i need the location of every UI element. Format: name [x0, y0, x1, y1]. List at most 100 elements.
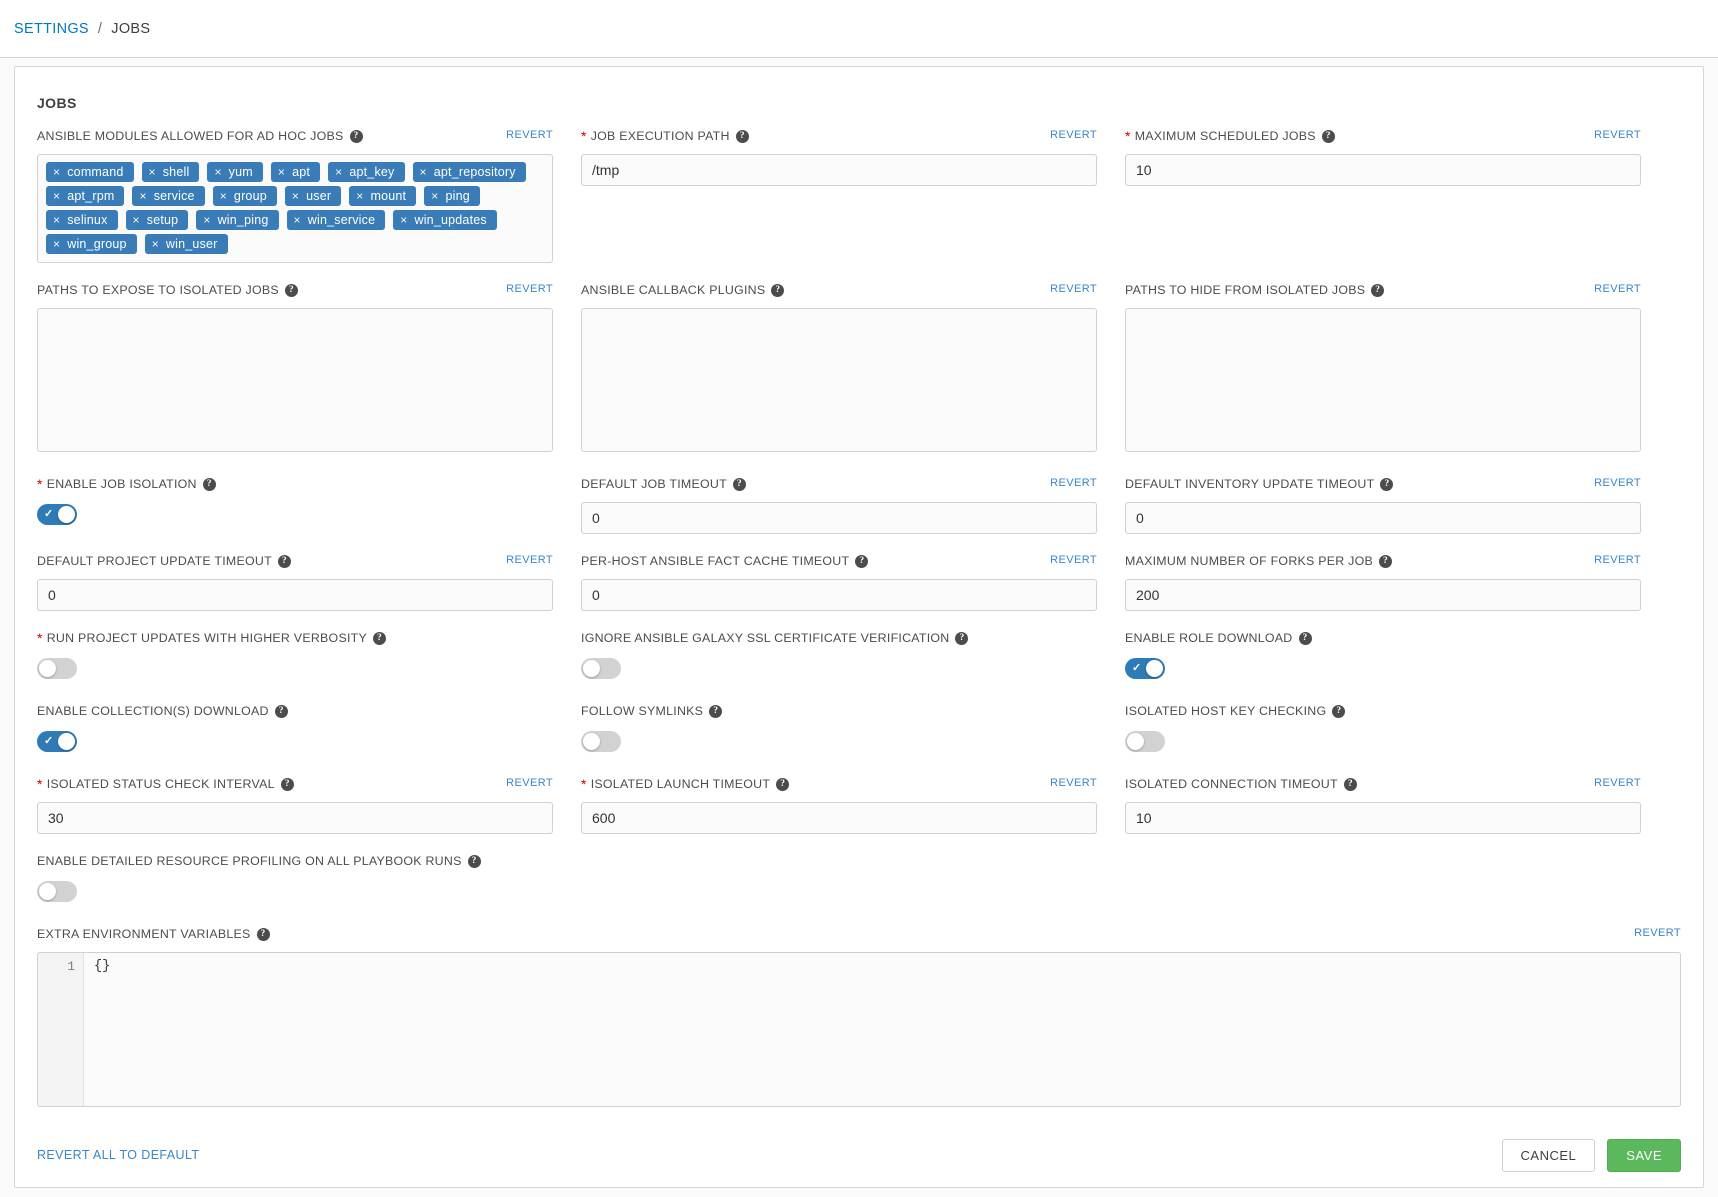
module-token[interactable]: ×user — [285, 186, 341, 206]
remove-token-icon[interactable]: × — [46, 162, 67, 182]
module-token[interactable]: ×apt_key — [328, 162, 404, 182]
revert-default-job-timeout[interactable]: REVERT — [1050, 475, 1097, 491]
revert-maximum-scheduled-jobs[interactable]: REVERT — [1594, 127, 1641, 143]
help-icon[interactable]: ? — [776, 778, 789, 791]
toggle-isolated-host-key-checking[interactable]: ✓ — [1125, 731, 1165, 752]
toggle-run-project-updates-verbosity[interactable]: ✓ — [37, 658, 77, 679]
help-icon[interactable]: ? — [257, 928, 270, 941]
remove-token-icon[interactable]: × — [413, 162, 434, 182]
revert-isolated-status-check-interval[interactable]: REVERT — [506, 775, 553, 791]
cancel-button[interactable]: CANCEL — [1502, 1139, 1596, 1172]
revert-paths-to-expose[interactable]: REVERT — [506, 281, 553, 297]
breadcrumb-link-settings[interactable]: SETTINGS — [14, 21, 89, 37]
help-icon[interactable]: ? — [1379, 555, 1392, 568]
module-token[interactable]: ×selinux — [46, 210, 118, 230]
help-icon[interactable]: ? — [736, 130, 749, 143]
remove-token-icon[interactable]: × — [424, 186, 445, 206]
remove-token-icon[interactable]: × — [328, 162, 349, 182]
help-icon[interactable]: ? — [285, 284, 298, 297]
help-icon[interactable]: ? — [733, 478, 746, 491]
callback-plugins-textarea[interactable] — [581, 308, 1097, 452]
help-icon[interactable]: ? — [855, 555, 868, 568]
remove-token-icon[interactable]: × — [145, 234, 166, 254]
remove-token-icon[interactable]: × — [287, 210, 308, 230]
remove-token-icon[interactable]: × — [46, 186, 67, 206]
module-token[interactable]: ×setup — [126, 210, 189, 230]
help-icon[interactable]: ? — [709, 705, 722, 718]
revert-default-project-update-timeout[interactable]: REVERT — [506, 552, 553, 568]
module-token[interactable]: ×mount — [349, 186, 416, 206]
revert-job-execution-path[interactable]: REVERT — [1050, 127, 1097, 143]
help-icon[interactable]: ? — [1332, 705, 1345, 718]
help-icon[interactable]: ? — [1322, 130, 1335, 143]
remove-token-icon[interactable]: × — [207, 162, 228, 182]
toggle-enable-role-download[interactable]: ✓ — [1125, 658, 1165, 679]
revert-default-inventory-update-timeout[interactable]: REVERT — [1594, 475, 1641, 491]
help-icon[interactable]: ? — [771, 284, 784, 297]
help-icon[interactable]: ? — [281, 778, 294, 791]
remove-token-icon[interactable]: × — [196, 210, 217, 230]
help-icon[interactable]: ? — [1380, 478, 1393, 491]
paths-to-expose-textarea[interactable] — [37, 308, 553, 452]
module-token[interactable]: ×shell — [142, 162, 200, 182]
remove-token-icon[interactable]: × — [132, 186, 153, 206]
isolated-connection-timeout-input[interactable] — [1125, 802, 1641, 834]
help-icon[interactable]: ? — [350, 130, 363, 143]
help-icon[interactable]: ? — [275, 705, 288, 718]
remove-token-icon[interactable]: × — [271, 162, 292, 182]
toggle-enable-job-isolation[interactable]: ✓ — [37, 504, 77, 525]
revert-maximum-forks-per-job[interactable]: REVERT — [1594, 552, 1641, 568]
toggle-enable-collections-download[interactable]: ✓ — [37, 731, 77, 752]
revert-ansible-modules[interactable]: REVERT — [506, 127, 553, 143]
remove-token-icon[interactable]: × — [142, 162, 163, 182]
help-icon[interactable]: ? — [1299, 632, 1312, 645]
module-token[interactable]: ×win_updates — [393, 210, 497, 230]
help-icon[interactable]: ? — [1344, 778, 1357, 791]
remove-token-icon[interactable]: × — [46, 234, 67, 254]
help-icon[interactable]: ? — [468, 855, 481, 868]
module-token[interactable]: ×win_group — [46, 234, 137, 254]
module-token[interactable]: ×win_service — [287, 210, 386, 230]
toggle-ignore-galaxy-ssl[interactable]: ✓ — [581, 658, 621, 679]
maximum-scheduled-jobs-input[interactable] — [1125, 154, 1641, 186]
maximum-forks-per-job-input[interactable] — [1125, 579, 1641, 611]
default-inventory-update-timeout-input[interactable] — [1125, 502, 1641, 534]
remove-token-icon[interactable]: × — [393, 210, 414, 230]
revert-extra-environment-variables[interactable]: REVERT — [1634, 925, 1681, 941]
module-token[interactable]: ×win_ping — [196, 210, 278, 230]
module-token[interactable]: ×group — [213, 186, 277, 206]
revert-paths-to-hide[interactable]: REVERT — [1594, 281, 1641, 297]
paths-to-hide-textarea[interactable] — [1125, 308, 1641, 452]
job-execution-path-input[interactable] — [581, 154, 1097, 186]
save-button[interactable]: SAVE — [1607, 1139, 1681, 1172]
remove-token-icon[interactable]: × — [126, 210, 147, 230]
module-token[interactable]: ×apt_repository — [413, 162, 526, 182]
remove-token-icon[interactable]: × — [213, 186, 234, 206]
toggle-follow-symlinks[interactable]: ✓ — [581, 731, 621, 752]
revert-callback-plugins[interactable]: REVERT — [1050, 281, 1097, 297]
extra-env-vars-editor[interactable]: 1 {} — [37, 952, 1681, 1107]
module-token[interactable]: ×service — [132, 186, 204, 206]
per-host-fact-cache-timeout-input[interactable] — [581, 579, 1097, 611]
ansible-modules-token-box[interactable]: ×command ×shell ×yum ×apt ×apt_key ×apt_repos… — [37, 154, 553, 263]
editor-content[interactable]: {} — [84, 953, 1680, 1106]
isolated-status-check-interval-input[interactable] — [37, 802, 553, 834]
module-token[interactable]: ×apt — [271, 162, 320, 182]
revert-isolated-connection-timeout[interactable]: REVERT — [1594, 775, 1641, 791]
module-token[interactable]: ×yum — [207, 162, 262, 182]
default-job-timeout-input[interactable] — [581, 502, 1097, 534]
remove-token-icon[interactable]: × — [46, 210, 67, 230]
revert-per-host-fact-cache-timeout[interactable]: REVERT — [1050, 552, 1097, 568]
remove-token-icon[interactable]: × — [349, 186, 370, 206]
help-icon[interactable]: ? — [373, 632, 386, 645]
module-token[interactable]: ×win_user — [145, 234, 228, 254]
remove-token-icon[interactable]: × — [285, 186, 306, 206]
isolated-launch-timeout-input[interactable] — [581, 802, 1097, 834]
help-icon[interactable]: ? — [1371, 284, 1384, 297]
module-token[interactable]: ×ping — [424, 186, 480, 206]
revert-isolated-launch-timeout[interactable]: REVERT — [1050, 775, 1097, 791]
help-icon[interactable]: ? — [278, 555, 291, 568]
module-token[interactable]: ×command — [46, 162, 134, 182]
revert-all-to-default-link[interactable]: REVERT ALL TO DEFAULT — [37, 1148, 199, 1162]
default-project-update-timeout-input[interactable] — [37, 579, 553, 611]
